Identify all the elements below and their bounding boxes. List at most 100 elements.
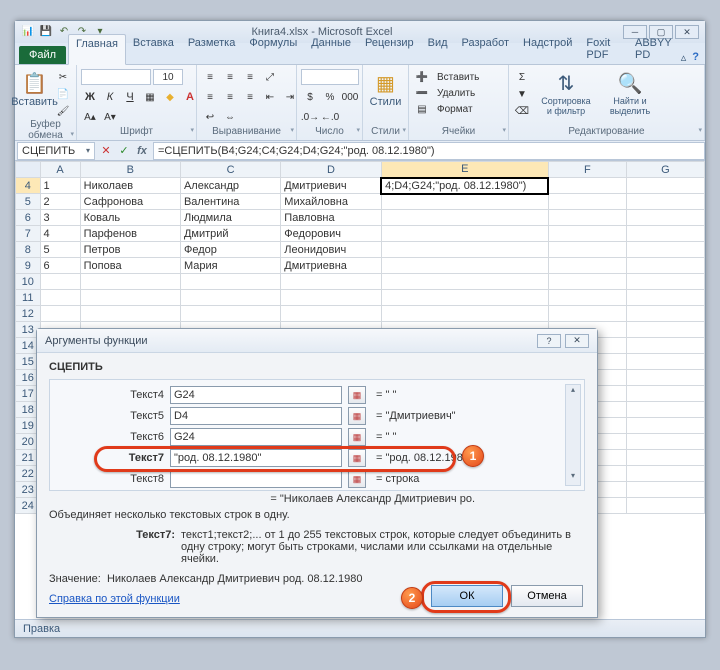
- cell-E8[interactable]: [381, 242, 548, 258]
- cell-B10[interactable]: [80, 274, 180, 290]
- cell-G12[interactable]: [626, 306, 704, 322]
- row-header-7[interactable]: 7: [16, 226, 41, 242]
- decrease-decimal-icon[interactable]: ←.0: [321, 109, 339, 125]
- delete-cells-icon[interactable]: ➖: [413, 85, 431, 101]
- find-select-button[interactable]: 🔍Найти и выделить: [601, 69, 659, 118]
- cell-G4[interactable]: [626, 178, 704, 194]
- row-header-11[interactable]: 11: [16, 290, 41, 306]
- cell-C5[interactable]: Валентина: [180, 194, 280, 210]
- col-header-B[interactable]: B: [80, 162, 180, 178]
- cell-G9[interactable]: [626, 258, 704, 274]
- underline-button[interactable]: Ч: [121, 89, 139, 105]
- dialog-help-button[interactable]: ?: [537, 334, 561, 348]
- cell-B6[interactable]: Коваль: [80, 210, 180, 226]
- align-right-icon[interactable]: ≡: [241, 89, 259, 105]
- align-middle-icon[interactable]: ≡: [221, 69, 239, 85]
- dialog-title-bar[interactable]: Аргументы функции ? ✕: [37, 329, 597, 353]
- cell-E4[interactable]: 4;D4;G24;"род. 08.12.1980"): [381, 178, 548, 194]
- cell-F4[interactable]: [548, 178, 626, 194]
- increase-decimal-icon[interactable]: .0→: [301, 109, 319, 125]
- fx-button[interactable]: fx: [133, 142, 151, 160]
- clear-icon[interactable]: ⌫: [513, 103, 531, 119]
- cell-D6[interactable]: Павловна: [281, 210, 381, 226]
- merge-icon[interactable]: ⇔: [221, 109, 239, 125]
- cell-C4[interactable]: Александр: [180, 178, 280, 194]
- cell-F11[interactable]: [548, 290, 626, 306]
- fill-color-button[interactable]: ◆: [161, 89, 179, 105]
- cell-D4[interactable]: Дмитриевич: [281, 178, 381, 194]
- function-help-link[interactable]: Справка по этой функции: [49, 593, 180, 605]
- cell-C10[interactable]: [180, 274, 280, 290]
- dialog-close-button[interactable]: ✕: [565, 334, 589, 348]
- arg-input-Текст6[interactable]: G24: [170, 428, 342, 446]
- save-icon[interactable]: 💾: [39, 24, 53, 38]
- cell-F9[interactable]: [548, 258, 626, 274]
- cell-C12[interactable]: [180, 306, 280, 322]
- cell-A7[interactable]: 4: [40, 226, 80, 242]
- tab-данные[interactable]: Данные: [304, 34, 358, 64]
- tab-формулы[interactable]: Формулы: [242, 34, 304, 64]
- tab-главная[interactable]: Главная: [68, 34, 126, 65]
- cell-B7[interactable]: Парфенов: [80, 226, 180, 242]
- cell-E11[interactable]: [381, 290, 548, 306]
- arg-input-Текст7[interactable]: "род. 08.12.1980": [170, 449, 342, 467]
- cell-E7[interactable]: [381, 226, 548, 242]
- cell-C8[interactable]: Федор: [180, 242, 280, 258]
- cell-E5[interactable]: [381, 194, 548, 210]
- align-left-icon[interactable]: ≡: [201, 89, 219, 105]
- autosum-icon[interactable]: Σ: [513, 69, 531, 85]
- cell-A12[interactable]: [40, 306, 80, 322]
- cell-G8[interactable]: [626, 242, 704, 258]
- insert-cells-button[interactable]: Вставить: [433, 69, 483, 85]
- copy-icon[interactable]: 📄: [54, 86, 72, 102]
- cancel-formula-icon[interactable]: ✕: [97, 142, 115, 160]
- tab-foxit pdf[interactable]: Foxit PDF: [579, 34, 628, 64]
- cell-G20[interactable]: [626, 434, 704, 450]
- cell-C6[interactable]: Людмила: [180, 210, 280, 226]
- cell-B5[interactable]: Сафронова: [80, 194, 180, 210]
- wrap-text-icon[interactable]: ↩: [201, 109, 219, 125]
- cell-G10[interactable]: [626, 274, 704, 290]
- row-header-12[interactable]: 12: [16, 306, 41, 322]
- qat-dropdown-icon[interactable]: ▾: [93, 24, 107, 38]
- cell-F10[interactable]: [548, 274, 626, 290]
- font-size-dropdown[interactable]: 10: [153, 69, 183, 85]
- cancel-button[interactable]: Отмена: [511, 585, 583, 607]
- cell-B8[interactable]: Петров: [80, 242, 180, 258]
- cell-B9[interactable]: Попова: [80, 258, 180, 274]
- cell-G5[interactable]: [626, 194, 704, 210]
- cell-G16[interactable]: [626, 370, 704, 386]
- sort-filter-button[interactable]: ⇅Сортировка и фильтр: [535, 69, 597, 118]
- format-painter-icon[interactable]: 🖌: [54, 103, 72, 119]
- cell-A5[interactable]: 2: [40, 194, 80, 210]
- cell-G14[interactable]: [626, 338, 704, 354]
- cell-C11[interactable]: [180, 290, 280, 306]
- bold-button[interactable]: Ж: [81, 89, 99, 105]
- tab-рецензир[interactable]: Рецензир: [358, 34, 421, 64]
- increase-font-icon[interactable]: A▴: [81, 109, 99, 125]
- col-header-A[interactable]: A: [40, 162, 80, 178]
- cell-F5[interactable]: [548, 194, 626, 210]
- align-top-icon[interactable]: ≡: [201, 69, 219, 85]
- col-header-G[interactable]: G: [626, 162, 704, 178]
- cell-G24[interactable]: [626, 498, 704, 514]
- orientation-icon[interactable]: ⤢: [261, 69, 279, 85]
- cell-D10[interactable]: [281, 274, 381, 290]
- cell-B11[interactable]: [80, 290, 180, 306]
- fill-icon[interactable]: ▼: [513, 86, 531, 102]
- col-header-C[interactable]: C: [180, 162, 280, 178]
- number-format-dropdown[interactable]: [301, 69, 359, 85]
- row-header-8[interactable]: 8: [16, 242, 41, 258]
- cell-A6[interactable]: 3: [40, 210, 80, 226]
- cell-D12[interactable]: [281, 306, 381, 322]
- col-header-E[interactable]: E: [381, 162, 548, 178]
- name-box[interactable]: СЦЕПИТЬ: [17, 142, 95, 160]
- ok-button[interactable]: ОК: [431, 585, 503, 607]
- cell-G22[interactable]: [626, 466, 704, 482]
- cell-D8[interactable]: Леонидович: [281, 242, 381, 258]
- paste-button[interactable]: 📋 Вставить: [19, 69, 50, 110]
- formula-input[interactable]: =СЦЕПИТЬ(B4;G24;C4;G24;D4;G24;"род. 08.1…: [153, 142, 705, 160]
- cell-D5[interactable]: Михайловна: [281, 194, 381, 210]
- arg-input-Текст8[interactable]: [170, 470, 342, 488]
- col-header-F[interactable]: F: [548, 162, 626, 178]
